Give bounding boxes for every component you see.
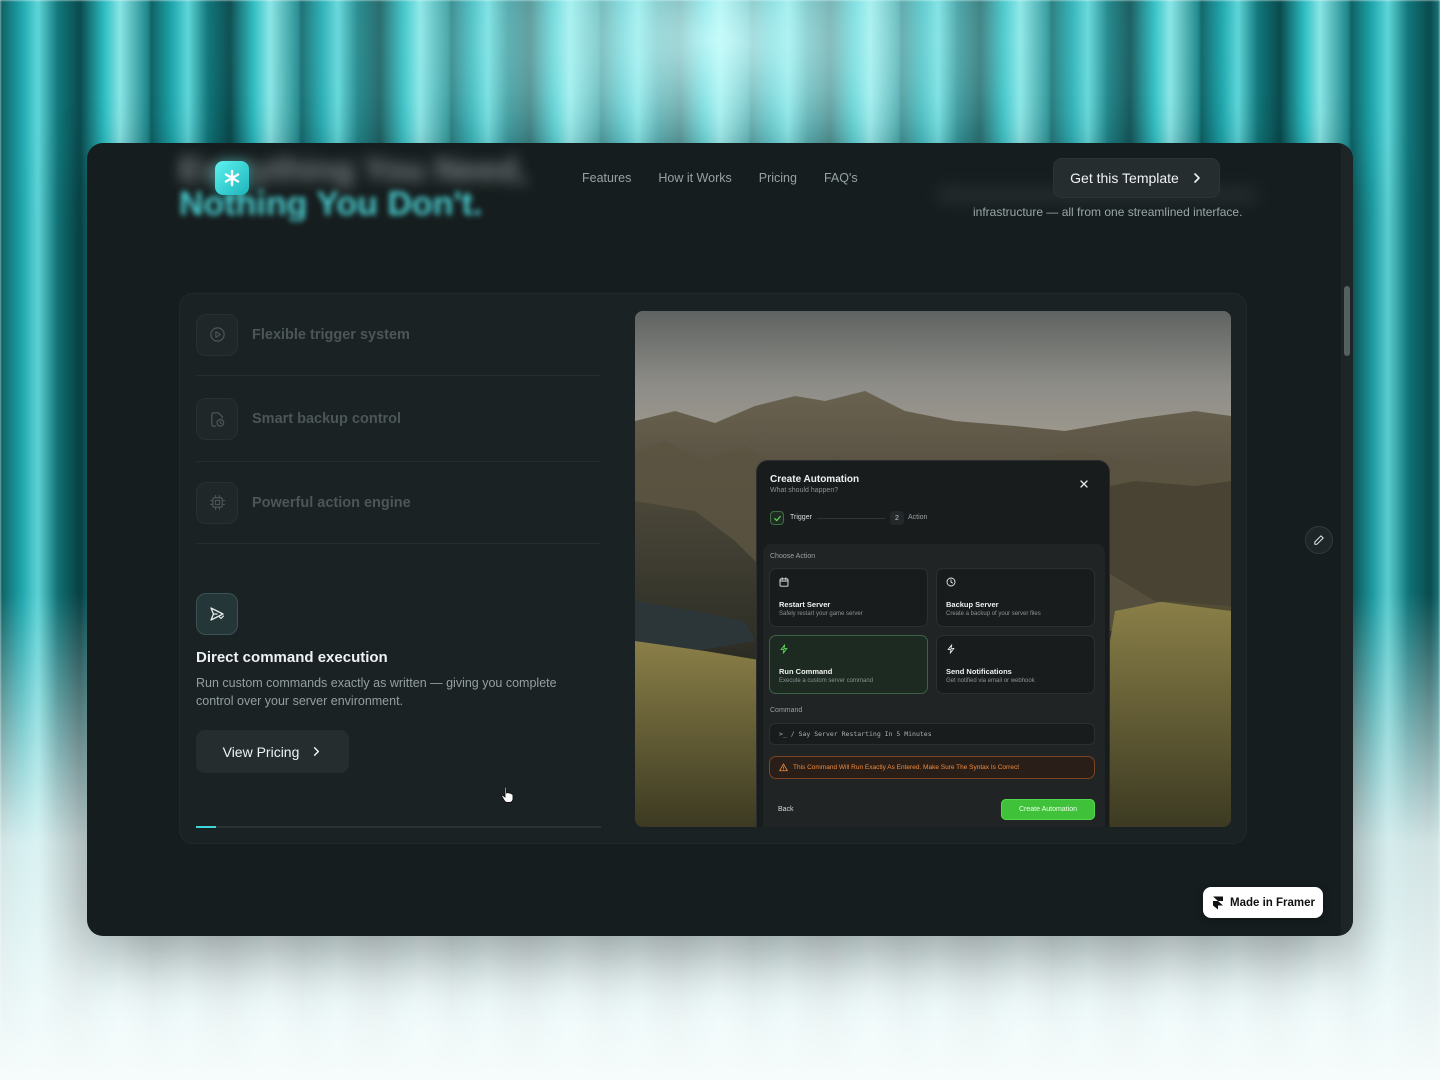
file-clock-icon — [210, 411, 224, 427]
action-card-description: Create a backup of your server files — [946, 611, 1041, 617]
feature-item-backup[interactable]: Smart backup control — [196, 377, 601, 462]
active-feature-description: Run custom commands exactly as written —… — [196, 676, 557, 708]
action-card-title: Send Notifications — [946, 667, 1012, 676]
hand-cursor-icon — [501, 786, 514, 803]
warning-icon — [779, 763, 788, 772]
asterisk-icon — [224, 169, 240, 187]
pencil-icon — [1314, 535, 1324, 545]
syntax-warning: This Command Will Run Exactly As Entered… — [769, 756, 1095, 779]
feature-icon-box — [196, 398, 238, 440]
feature-progress-fill — [196, 826, 217, 828]
command-label: Command — [770, 707, 803, 714]
active-feature-icon-box — [196, 593, 238, 635]
chevron-right-icon — [1194, 173, 1200, 183]
create-automation-button[interactable]: Create Automation — [1001, 799, 1095, 820]
syntax-warning-text: This Command Will Run Exactly As Entered… — [793, 764, 1020, 771]
cpu-icon — [209, 494, 225, 511]
feature-icon-box — [196, 481, 238, 524]
action-card-run-command[interactable]: Run Command Execute a custom server comm… — [769, 635, 928, 694]
step-connector — [817, 518, 885, 519]
scrollbar-thumb[interactable] — [1344, 286, 1350, 356]
close-icon[interactable] — [1079, 479, 1089, 489]
feature-label: Flexible trigger system — [252, 326, 410, 343]
send-icon — [210, 607, 225, 621]
nav-link-faqs[interactable]: FAQ's — [824, 171, 858, 185]
nav-link-features[interactable]: Features — [582, 171, 631, 185]
action-card-title: Run Command — [779, 667, 833, 676]
made-in-framer-label: Made in Framer — [1230, 896, 1315, 909]
feature-icon-box — [196, 313, 238, 356]
main-nav: Features How it Works Pricing FAQ's — [582, 171, 858, 185]
features-card: Flexible trigger system Smart backup con… — [179, 293, 1247, 844]
edit-button[interactable] — [1305, 526, 1333, 554]
modal-subtitle: What should happen? — [770, 487, 839, 494]
view-pricing-label: View Pricing — [222, 743, 300, 760]
choose-action-label: Choose Action — [770, 553, 816, 560]
modal-title: Create Automation — [770, 474, 860, 485]
feature-label: Smart backup control — [252, 411, 402, 427]
action-card-send-notifications[interactable]: Send Notifications Get notified via emai… — [936, 635, 1095, 694]
back-button[interactable]: Back — [778, 806, 794, 813]
play-circle-icon — [209, 327, 225, 342]
action-card-title: Backup Server — [946, 600, 999, 609]
framer-logo-icon — [1213, 896, 1223, 909]
step-action-number: 2 — [890, 511, 904, 525]
check-icon — [773, 515, 781, 521]
scrollbar-track[interactable] — [1341, 143, 1353, 936]
bolt-icon — [780, 644, 788, 654]
action-card-description: Execute a custom server command — [779, 678, 874, 684]
feature-progress-track — [196, 826, 601, 828]
nav-link-how-it-works[interactable]: How it Works — [658, 171, 731, 185]
calendar-icon — [779, 577, 789, 587]
action-card-restart-server[interactable]: Restart Server Safely restart your game … — [769, 568, 928, 627]
step-trigger-label: Trigger — [790, 514, 812, 521]
chevron-right-icon — [314, 747, 320, 756]
command-input[interactable]: >_ / Say Server Restarting In 5 Minutes — [769, 723, 1095, 745]
logo[interactable] — [215, 161, 249, 195]
feature-item-trigger[interactable]: Flexible trigger system — [196, 294, 601, 376]
nav-link-pricing[interactable]: Pricing — [759, 171, 797, 185]
step-action-label: Action — [908, 514, 928, 521]
landscape-image: Create Automation What should happen? Tr… — [635, 311, 1231, 827]
get-template-label: Get this Template — [1070, 170, 1179, 186]
get-template-button[interactable]: Get this Template — [1053, 158, 1220, 198]
clock-icon — [946, 577, 956, 587]
browser-viewport: Everything You Need, Nothing You Don't. … — [87, 143, 1353, 936]
modal-body: Choose Action Restart Server Safely rest… — [763, 544, 1105, 827]
active-feature-title: Direct command execution — [196, 649, 388, 666]
action-card-backup-server[interactable]: Backup Server Create a backup of your se… — [936, 568, 1095, 627]
action-card-description: Safely restart your game server — [779, 611, 863, 617]
hero-subtext: infrastructure — all from one streamline… — [973, 205, 1243, 219]
feature-label: Powerful action engine — [252, 494, 411, 511]
create-automation-modal: Create Automation What should happen? Tr… — [756, 460, 1110, 827]
action-card-description: Get notified via email or webhook — [946, 678, 1035, 684]
made-in-framer-badge[interactable]: Made in Framer — [1203, 887, 1323, 918]
view-pricing-button[interactable]: View Pricing — [196, 730, 349, 773]
feature-item-action-engine[interactable]: Powerful action engine — [196, 462, 601, 544]
bolt-icon — [947, 644, 955, 654]
step-trigger-check — [770, 511, 784, 525]
action-card-title: Restart Server — [779, 600, 831, 609]
